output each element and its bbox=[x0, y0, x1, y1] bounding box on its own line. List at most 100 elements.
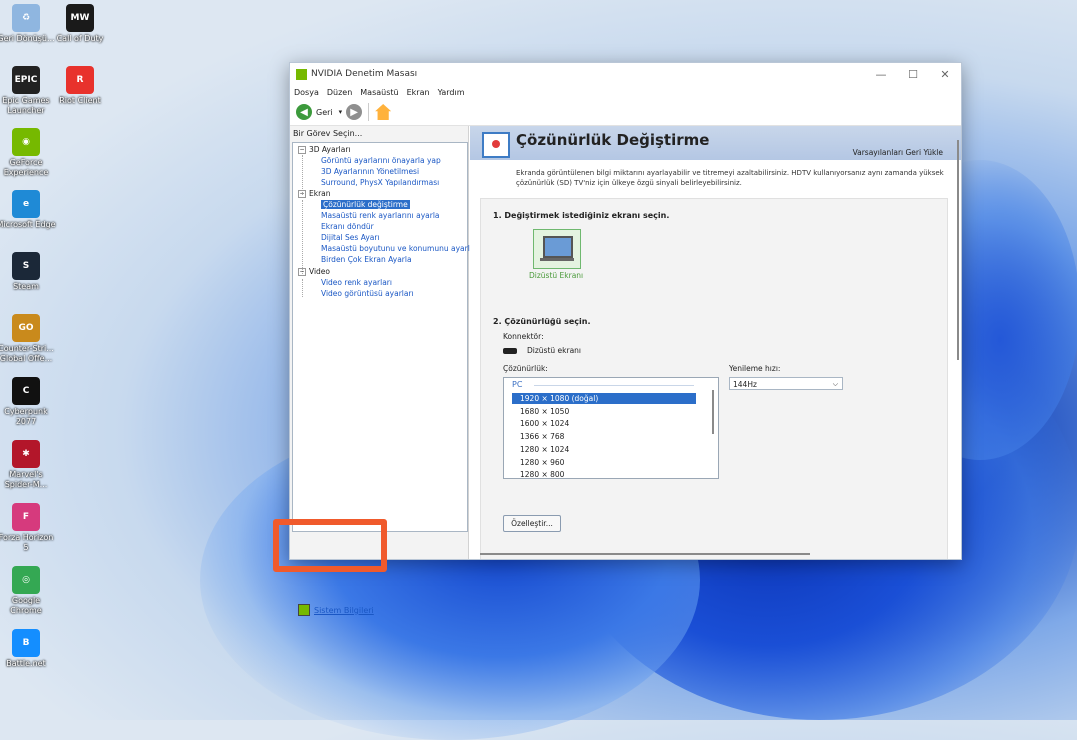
desktop-icon[interactable]: ♻ Geri Dönüşü... bbox=[0, 4, 56, 44]
task-tree[interactable]: −3D Ayarları Görüntü ayarlarını önayarla… bbox=[292, 142, 474, 532]
restore-defaults-link[interactable]: Varsayılanları Geri Yükle bbox=[853, 148, 943, 157]
resolution-option[interactable]: 1280 × 960 bbox=[512, 457, 696, 468]
menu-edit[interactable]: Düzen bbox=[327, 88, 352, 97]
tree-category-3d[interactable]: −3D Ayarları bbox=[298, 145, 351, 154]
resolution-list[interactable]: PC 1920 × 1080 (doğal) 1680 × 1050 1600 × … bbox=[503, 377, 719, 479]
connector-value-text: Dizüstü ekranı bbox=[527, 346, 582, 355]
tree-item-rotate-display[interactable]: Ekranı döndür bbox=[321, 222, 374, 231]
desktop-icon[interactable]: MW Call of Duty bbox=[50, 4, 110, 44]
forward-arrow-icon[interactable]: ▶ bbox=[346, 104, 363, 120]
menu-help[interactable]: Yardım bbox=[438, 88, 465, 97]
desktop-icon[interactable]: EPIC Epic Games Launcher bbox=[0, 66, 56, 116]
desktop-icon[interactable]: B Battle.net bbox=[0, 629, 56, 669]
maximize-button[interactable]: ☐ bbox=[897, 68, 929, 81]
app-icon: F bbox=[12, 503, 40, 531]
desktop-icon[interactable]: C Cyberpunk 2077 bbox=[0, 377, 56, 427]
settings-section: 1. Değiştirmek istediğiniz ekranı seçin.… bbox=[480, 198, 948, 559]
home-icon[interactable] bbox=[375, 104, 392, 120]
tree-line bbox=[302, 279, 303, 297]
menu-file[interactable]: Dosya bbox=[294, 88, 319, 97]
tree-item-video-image[interactable]: Video görüntüsü ayarları bbox=[321, 289, 414, 298]
desktop-icon[interactable]: R Riot Client bbox=[50, 66, 110, 106]
collapse-icon[interactable]: − bbox=[298, 268, 306, 276]
resolution-list-scrollbar[interactable] bbox=[712, 390, 714, 434]
desktop-icon-label: Steam bbox=[13, 282, 39, 291]
desktop-icon-label: Riot Client bbox=[59, 96, 101, 105]
desktop-icon[interactable]: GO Counter-Stri... Global Offe... bbox=[0, 314, 56, 364]
desktop-icon[interactable]: ◎ Google Chrome bbox=[0, 566, 56, 616]
title-bar[interactable]: NVIDIA Denetim Masası — ☐ ✕ bbox=[290, 63, 961, 85]
tree-line bbox=[302, 200, 303, 274]
resolution-option[interactable]: 1280 × 800 bbox=[512, 469, 696, 478]
app-icon: S bbox=[12, 252, 40, 280]
back-button-label[interactable]: Geri bbox=[316, 108, 333, 117]
minimize-button[interactable]: — bbox=[865, 68, 897, 81]
page-banner: Çözünürlük Değiştirme Varsayılanları Ger… bbox=[470, 126, 961, 160]
tree-category-display[interactable]: − Ekran bbox=[298, 189, 331, 198]
tree-item-image-presets[interactable]: Görüntü ayarlarını önayarla yap bbox=[321, 156, 441, 165]
menu-bar: Dosya Düzen Masaüstü Ekran Yardım bbox=[290, 85, 961, 99]
resolution-option[interactable]: 1600 × 1024 bbox=[512, 418, 696, 429]
tree-item-multiple-displays[interactable]: Birden Çok Ekran Ayarla bbox=[321, 255, 412, 264]
desktop-icon[interactable]: e Microsoft Edge bbox=[0, 190, 56, 230]
back-arrow-icon[interactable]: ◀ bbox=[296, 104, 312, 120]
desktop-icon[interactable]: F Forza Horizon 5 bbox=[0, 503, 56, 553]
app-icon: GO bbox=[12, 314, 40, 342]
tree-item-digital-audio[interactable]: Dijital Ses Ayarı bbox=[321, 233, 380, 242]
tree-item-desktop-color[interactable]: Masaüstü renk ayarlarını ayarla bbox=[321, 211, 440, 220]
desktop-icon[interactable]: ◉ GeForce Experience bbox=[0, 128, 56, 178]
collapse-icon[interactable]: − bbox=[298, 146, 306, 154]
system-info-label: Sistem Bilgileri bbox=[314, 605, 374, 615]
tree-category-label: Ekran bbox=[309, 189, 331, 198]
app-icon: R bbox=[66, 66, 94, 94]
menu-desktop[interactable]: Masaüstü bbox=[360, 88, 398, 97]
tree-item-surround-physx[interactable]: Surround, PhysX Yapılandırması bbox=[321, 178, 439, 187]
desktop-icon-label: Call of Duty bbox=[56, 34, 104, 43]
refresh-rate-value: 144Hz bbox=[733, 380, 757, 389]
laptop-icon bbox=[543, 236, 573, 258]
resolution-label: Çözünürlük: bbox=[503, 364, 548, 373]
tree-category-video[interactable]: − Video bbox=[298, 267, 330, 276]
display-select-tile[interactable] bbox=[533, 229, 581, 269]
customize-button[interactable]: Özelleştir... bbox=[503, 515, 561, 532]
tree-item-desktop-size-position[interactable]: Masaüstü boyutunu ve konumunu ayarla bbox=[321, 244, 474, 253]
system-info-link[interactable]: Sistem Bilgileri bbox=[298, 604, 374, 616]
app-icon: ◎ bbox=[12, 566, 40, 594]
tree-item-video-color[interactable]: Video renk ayarları bbox=[321, 278, 392, 287]
desktop-icon-label: Epic Games Launcher bbox=[2, 96, 50, 115]
content-horizontal-scrollbar[interactable] bbox=[480, 553, 810, 555]
refresh-rate-select[interactable]: 144Hz ⌵ bbox=[729, 377, 843, 390]
tree-category-label: 3D Ayarları bbox=[309, 145, 351, 154]
resolution-option[interactable]: 1366 × 768 bbox=[512, 431, 696, 442]
app-icon: MW bbox=[66, 4, 94, 32]
close-button[interactable]: ✕ bbox=[929, 68, 961, 81]
collapse-icon[interactable]: − bbox=[298, 190, 306, 198]
refresh-rate-label: Yenileme hızı: bbox=[729, 364, 781, 373]
resolution-group-label: PC bbox=[512, 380, 523, 389]
group-divider bbox=[534, 385, 694, 386]
page-description: Ekranda görüntülenen bilgi miktarını aya… bbox=[516, 169, 944, 187]
step1-heading: 1. Değiştirmek istediğiniz ekranı seçin. bbox=[493, 211, 670, 220]
content-panel: Çözünürlük Değiştirme Varsayılanları Ger… bbox=[470, 126, 961, 559]
nvidia-control-panel-window: NVIDIA Denetim Masası — ☐ ✕ Dosya Düzen … bbox=[289, 62, 962, 616]
menu-display[interactable]: Ekran bbox=[407, 88, 430, 97]
desktop-icon-label: Microsoft Edge bbox=[0, 220, 56, 229]
desktop-icon-label: Google Chrome bbox=[10, 596, 42, 615]
desktop-icon-label: Forza Horizon 5 bbox=[0, 533, 54, 552]
resolution-option[interactable]: 1280 × 1024 bbox=[512, 444, 696, 455]
desktop-icon-label: Counter-Stri... Global Offe... bbox=[0, 344, 54, 363]
desktop-icon[interactable]: ✱ Marvel's Spider-M... bbox=[0, 440, 56, 490]
app-icon: C bbox=[12, 377, 40, 405]
window-title: NVIDIA Denetim Masası bbox=[311, 69, 418, 79]
resolution-option[interactable]: 1920 × 1080 (doğal) bbox=[512, 393, 696, 404]
content-vertical-scrollbar[interactable] bbox=[957, 140, 959, 360]
back-history-dropdown[interactable]: ▾ bbox=[339, 108, 343, 116]
app-icon: e bbox=[12, 190, 40, 218]
desktop-icon-label: Battle.net bbox=[6, 659, 46, 668]
toolbar-divider bbox=[368, 103, 370, 121]
desktop-icon[interactable]: S Steam bbox=[0, 252, 56, 292]
tree-item-manage-3d[interactable]: 3D Ayarlarının Yönetilmesi bbox=[321, 167, 419, 176]
desktop-icon-label: Geri Dönüşü... bbox=[0, 34, 55, 43]
resolution-option[interactable]: 1680 × 1050 bbox=[512, 406, 696, 417]
tree-item-change-resolution[interactable]: Çözünürlük değiştirme bbox=[321, 200, 410, 209]
